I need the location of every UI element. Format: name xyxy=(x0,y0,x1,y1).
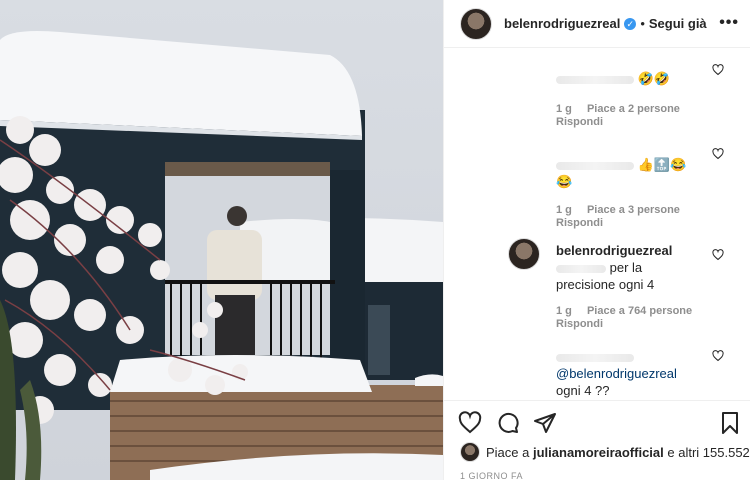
separator-dot: • xyxy=(640,16,645,31)
reply-button[interactable]: Rispondi xyxy=(556,318,603,330)
comment-like-heart-icon[interactable] xyxy=(712,148,724,160)
post-sidebar: belenrodriguezreal ✓ • Segui già ••• 🤣🤣 … xyxy=(443,0,750,481)
comment-emojis: 🤣🤣 xyxy=(637,71,670,86)
comment-time: 1 g xyxy=(556,204,572,216)
comment-username[interactable]: belenrodriguezreal xyxy=(556,243,672,258)
post-photo xyxy=(0,0,443,480)
comment-time: 1 g xyxy=(556,103,572,115)
reply-button[interactable]: Rispondi xyxy=(556,217,603,229)
blurred-text xyxy=(556,75,634,84)
blurred-text xyxy=(556,353,634,362)
comment-text-line2: precisione ogni 4 xyxy=(556,277,655,292)
avatar[interactable] xyxy=(460,442,480,462)
post-username[interactable]: belenrodriguezreal xyxy=(504,16,620,31)
blurred-text xyxy=(556,161,634,170)
comment-text-line1: ogni 4 ?? xyxy=(556,383,610,398)
verified-badge-icon: ✓ xyxy=(624,17,637,30)
comment-text: 🤣🤣 xyxy=(556,70,716,87)
send-icon[interactable] xyxy=(533,411,557,435)
comment-likes[interactable]: Piace a 764 persone xyxy=(587,305,692,317)
following-button[interactable]: Segui già xyxy=(649,16,707,31)
comment-text: @belenrodriguezreal ogni 4 ?? xyxy=(556,348,716,399)
post-actions xyxy=(444,400,750,442)
comment-text: 👍🔝😂 😂 xyxy=(556,156,716,190)
comment-text-line1: per la xyxy=(609,260,643,275)
likes-user[interactable]: julianamoreiraofficial xyxy=(533,445,664,460)
comment-time: 1 g xyxy=(556,305,572,317)
comment-icon[interactable] xyxy=(496,411,520,435)
comment-meta: 1 g Piace a 2 persone xyxy=(556,103,692,115)
likes-summary: Piace a julianamoreiraofficial e altri 1… xyxy=(460,442,750,462)
snowy-house-photo xyxy=(0,0,443,480)
avatar[interactable] xyxy=(460,7,492,40)
bookmark-icon[interactable] xyxy=(718,411,742,435)
comment-meta: 1 g Piace a 764 persone xyxy=(556,305,704,317)
comment-like-heart-icon[interactable] xyxy=(712,64,724,76)
reply-button[interactable]: Rispondi xyxy=(556,116,603,128)
avatar[interactable] xyxy=(508,238,540,270)
more-options-icon[interactable]: ••• xyxy=(719,14,739,32)
likes-prefix: Piace a xyxy=(486,444,530,460)
comment-mention[interactable]: @belenrodriguezreal xyxy=(556,366,677,381)
blurred-text xyxy=(556,264,606,273)
comment-text: belenrodriguezreal per la precisione ogn… xyxy=(556,242,716,293)
comment-emojis: 👍🔝😂 xyxy=(637,157,687,172)
comment-emojis-line2: 😂 xyxy=(556,174,573,189)
comment-like-heart-icon[interactable] xyxy=(712,350,724,362)
likes-suffix[interactable]: e altri 155.552 xyxy=(667,445,749,460)
comment-like-heart-icon[interactable] xyxy=(712,249,724,261)
comment-likes[interactable]: Piace a 2 persone xyxy=(587,103,680,115)
post-header: belenrodriguezreal ✓ • Segui già ••• xyxy=(444,0,750,48)
comments-list[interactable]: 🤣🤣 1 g Piace a 2 persone Rispondi 👍🔝😂 😂 … xyxy=(444,48,750,400)
comment-likes[interactable]: Piace a 3 persone xyxy=(587,204,680,216)
heart-icon[interactable] xyxy=(458,411,482,435)
comment-meta: 1 g Piace a 3 persone xyxy=(556,204,692,216)
